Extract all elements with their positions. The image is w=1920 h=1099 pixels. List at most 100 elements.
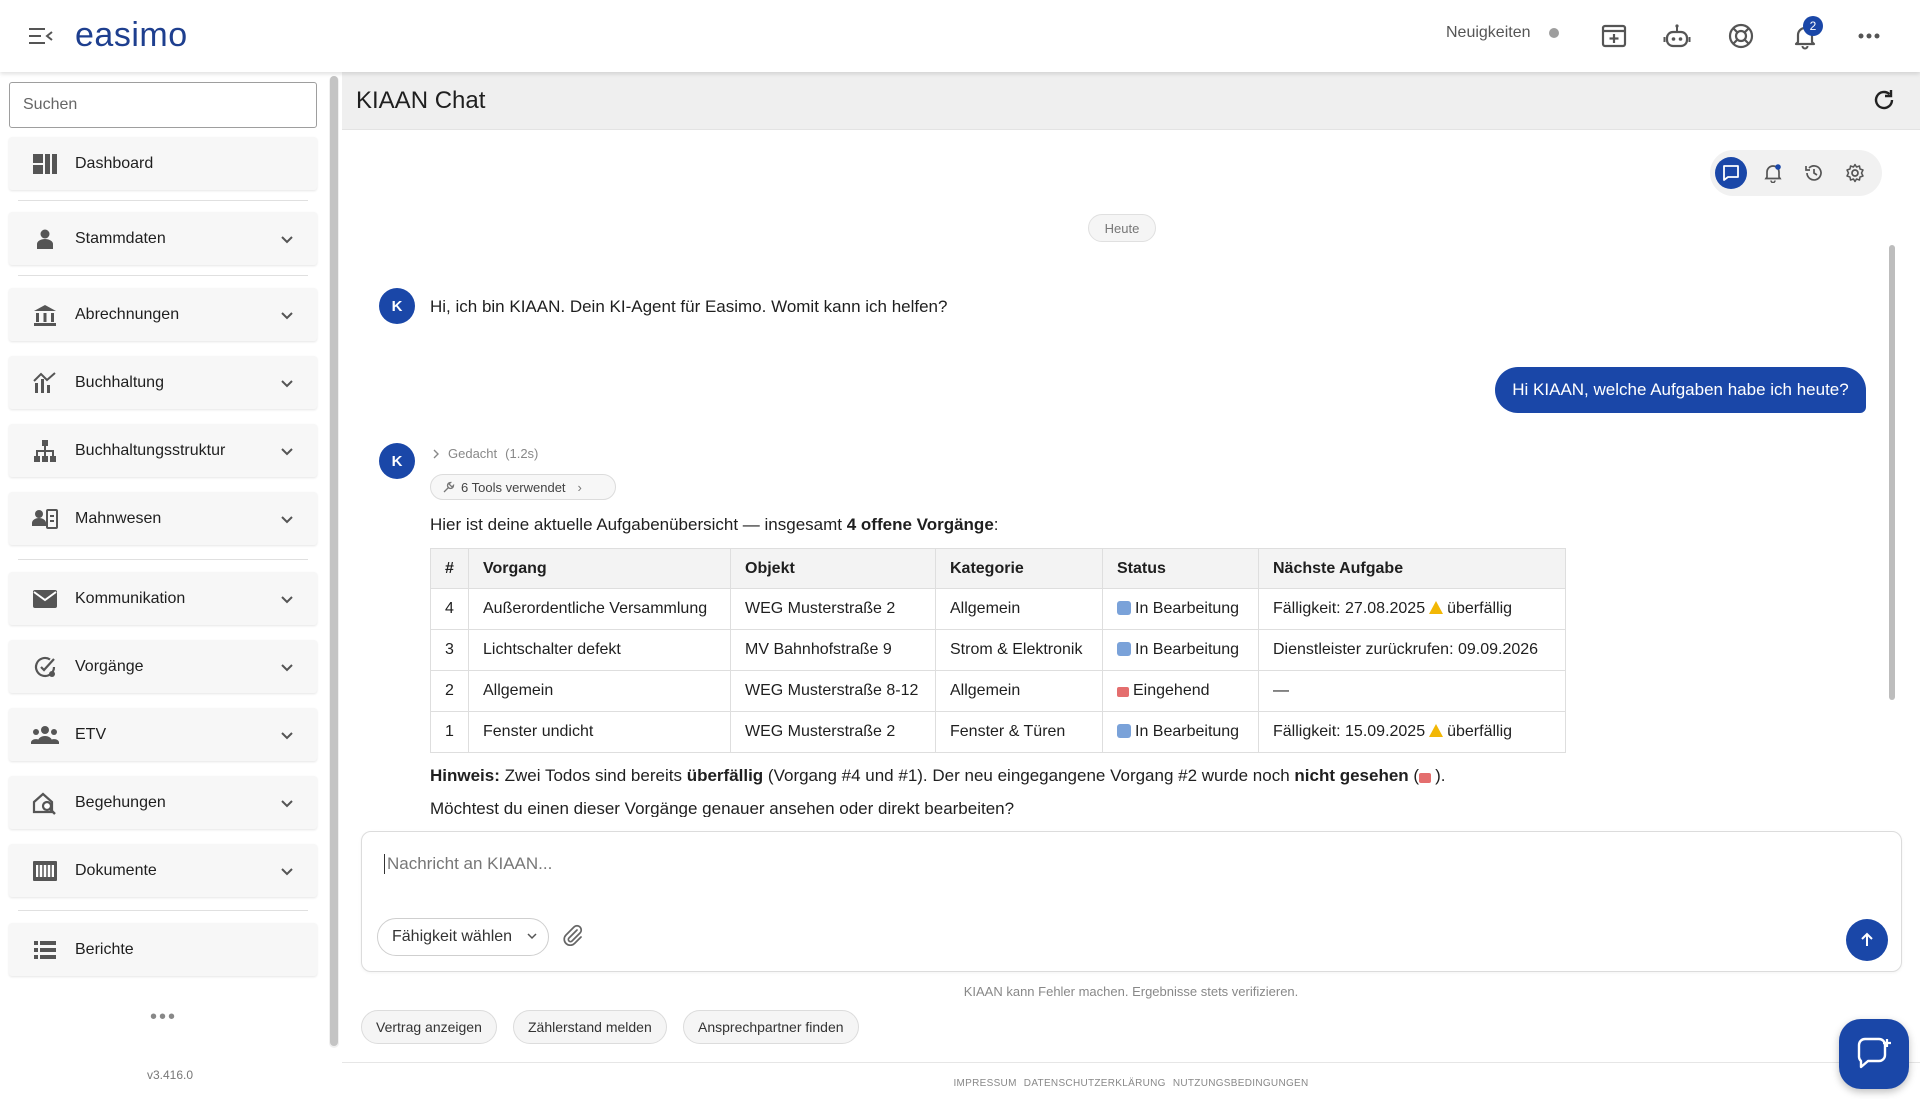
sidebar-item-abrechnungen[interactable]: Abrechnungen bbox=[9, 288, 317, 341]
chevron-down-icon bbox=[281, 447, 293, 455]
note-text: ( bbox=[1408, 766, 1420, 785]
sidebar-item-label: Stammdaten bbox=[75, 229, 166, 247]
news-status-dot bbox=[1548, 28, 1559, 38]
footer-link-nutzungsbedingungen[interactable]: NUTZUNGSBEDINGUNGEN bbox=[1173, 1078, 1309, 1089]
chat-view-button[interactable] bbox=[1715, 157, 1747, 189]
message-input[interactable] bbox=[384, 854, 1584, 874]
more-horizontal-icon[interactable] bbox=[1853, 20, 1885, 52]
cell-vorgang: Außerordentliche Versammlung bbox=[468, 588, 731, 630]
help-lifebuoy-icon[interactable] bbox=[1725, 20, 1757, 52]
chevron-down-icon bbox=[281, 515, 293, 523]
app-logo[interactable]: easimo bbox=[75, 16, 188, 55]
cell-next-task: Fälligkeit: 15.09.2025 überfällig bbox=[1258, 711, 1566, 753]
task-table: # Vorgang Objekt Kategorie Status Nächst… bbox=[430, 548, 1566, 753]
bank-icon bbox=[31, 301, 59, 329]
tools-used-label: 6 Tools verwendet bbox=[461, 479, 566, 495]
paperclip-icon[interactable] bbox=[562, 924, 586, 948]
overdue-text: überfällig bbox=[1447, 600, 1513, 617]
sidebar-item-berichte[interactable]: Berichte bbox=[9, 923, 317, 976]
sidebar-item-label: Dokumente bbox=[75, 861, 157, 879]
chevron-down-icon bbox=[281, 731, 293, 739]
chat-settings-button[interactable] bbox=[1839, 157, 1871, 189]
chat-notifications-button[interactable] bbox=[1757, 157, 1789, 189]
cell-kategorie: Fenster & Türen bbox=[935, 711, 1103, 753]
footer-link-impressum[interactable]: IMPRESSUM bbox=[953, 1078, 1016, 1089]
sidebar-item-kommunikation[interactable]: Kommunikation bbox=[9, 572, 317, 625]
sidebar-item-buchhaltungsstruktur[interactable]: Buchhaltungsstruktur bbox=[9, 424, 317, 477]
sidebar-scrollbar[interactable] bbox=[329, 76, 339, 1048]
cell-status: Eingehend bbox=[1102, 670, 1259, 712]
sidebar-item-dokumente[interactable]: Dokumente bbox=[9, 844, 317, 897]
sidebar-scrollbar-thumb[interactable] bbox=[330, 76, 338, 1046]
next-task-text: Fälligkeit: 27.08.2025 bbox=[1273, 600, 1426, 617]
note-emphasis: nicht gesehen bbox=[1294, 766, 1409, 785]
sidebar-item-label: Mahnwesen bbox=[75, 509, 162, 527]
tools-used-chip[interactable]: 6 Tools verwendet › bbox=[430, 474, 616, 500]
sidebar-item-label: Kommunikation bbox=[75, 589, 186, 607]
in-progress-icon bbox=[1117, 601, 1131, 615]
top-bar: easimo Neuigkeiten 2 bbox=[0, 0, 1920, 72]
robot-icon[interactable] bbox=[1661, 20, 1693, 52]
chevron-right-icon bbox=[433, 449, 439, 458]
inbox-incoming-icon bbox=[1419, 773, 1432, 783]
sidebar-item-vorgaenge[interactable]: Vorgänge bbox=[9, 640, 317, 693]
sidebar-search-input[interactable] bbox=[9, 82, 317, 128]
cell-objekt: WEG Musterstraße 2 bbox=[730, 711, 936, 753]
group-icon bbox=[31, 721, 59, 749]
suggestion-chip[interactable]: Vertrag anzeigen bbox=[361, 1010, 497, 1044]
suggestion-chip[interactable]: Zählerstand melden bbox=[513, 1010, 667, 1044]
assistant-greeting: Hi, ich bin KIAAN. Dein KI-Agent für Eas… bbox=[430, 297, 948, 316]
suggestion-chip[interactable]: Ansprechpartner finden bbox=[683, 1010, 859, 1044]
cell-objekt: WEG Musterstraße 2 bbox=[730, 588, 936, 630]
app-version: v3.416.0 bbox=[147, 1068, 194, 1082]
footer-link-datenschutz[interactable]: DATENSCHUTZERKLÄRUNG bbox=[1024, 1078, 1166, 1089]
refresh-icon[interactable] bbox=[1872, 88, 1896, 112]
menu-collapse-icon[interactable] bbox=[28, 24, 54, 48]
sidebar-item-mahnwesen[interactable]: Mahnwesen bbox=[9, 492, 317, 545]
in-progress-icon bbox=[1117, 724, 1131, 738]
sidebar-item-buchhaltung[interactable]: Buchhaltung bbox=[9, 356, 317, 409]
thought-toggle[interactable]: Gedacht (1.2s) bbox=[432, 446, 538, 461]
cell-kategorie: Allgemein bbox=[935, 588, 1103, 630]
sidebar-item-begehungen[interactable]: Begehungen bbox=[9, 776, 317, 829]
note-text: (Vorgang #4 und #1). Der neu eingegangen… bbox=[763, 766, 1295, 785]
table-row[interactable]: 1 Fenster undicht WEG Musterstraße 2 Fen… bbox=[430, 711, 1566, 753]
sidebar-item-dashboard[interactable]: Dashboard bbox=[9, 137, 317, 190]
note-text: ). bbox=[1435, 766, 1446, 785]
table-row[interactable]: 4 Außerordentliche Versammlung WEG Muste… bbox=[430, 588, 1566, 630]
skill-select[interactable]: Fähigkeit wählen bbox=[377, 918, 549, 956]
cell-vorgang: Lichtschalter defekt bbox=[468, 629, 731, 671]
news-link[interactable]: Neuigkeiten bbox=[1446, 24, 1559, 42]
sidebar-item-etv[interactable]: ETV bbox=[9, 708, 317, 761]
sidebar-more-button[interactable]: ••• bbox=[150, 1006, 177, 1029]
task-check-icon bbox=[31, 653, 59, 681]
intro-suffix: : bbox=[993, 515, 999, 534]
notification-badge: 2 bbox=[1803, 16, 1823, 36]
in-progress-icon bbox=[1117, 642, 1131, 656]
wrench-icon bbox=[443, 481, 455, 493]
sidebar-item-label: Vorgänge bbox=[75, 657, 144, 675]
mail-icon bbox=[31, 585, 59, 613]
user-message-text: Hi KIAAN, welche Aufgaben habe ich heute… bbox=[1512, 380, 1849, 399]
table-row[interactable]: 2 Allgemein WEG Musterstraße 8-12 Allgem… bbox=[430, 670, 1566, 712]
chat-history-button[interactable] bbox=[1798, 157, 1830, 189]
support-chat-button[interactable] bbox=[1839, 1019, 1909, 1089]
bell-icon[interactable]: 2 bbox=[1789, 16, 1823, 52]
cell-vorgang: Allgemein bbox=[468, 670, 731, 712]
cell-kategorie: Strom & Elektronik bbox=[935, 629, 1103, 671]
chevron-right-icon: › bbox=[577, 479, 582, 495]
bell-icon bbox=[1764, 164, 1782, 183]
column-header: Objekt bbox=[730, 548, 936, 589]
add-window-icon[interactable] bbox=[1598, 20, 1630, 52]
table-row[interactable]: 3 Lichtschalter defekt MV Bahnhofstraße … bbox=[430, 629, 1566, 671]
chat-scrollbar[interactable] bbox=[1885, 213, 1899, 815]
cell-number: 2 bbox=[430, 670, 469, 712]
gear-icon bbox=[1846, 163, 1864, 183]
person-icon bbox=[31, 225, 59, 253]
chevron-down-icon bbox=[281, 311, 293, 319]
sidebar-item-stammdaten[interactable]: Stammdaten bbox=[9, 212, 317, 265]
cell-number: 3 bbox=[430, 629, 469, 671]
cell-number: 4 bbox=[430, 588, 469, 630]
chat-scrollbar-thumb[interactable] bbox=[1889, 245, 1895, 700]
send-button[interactable] bbox=[1846, 919, 1888, 961]
